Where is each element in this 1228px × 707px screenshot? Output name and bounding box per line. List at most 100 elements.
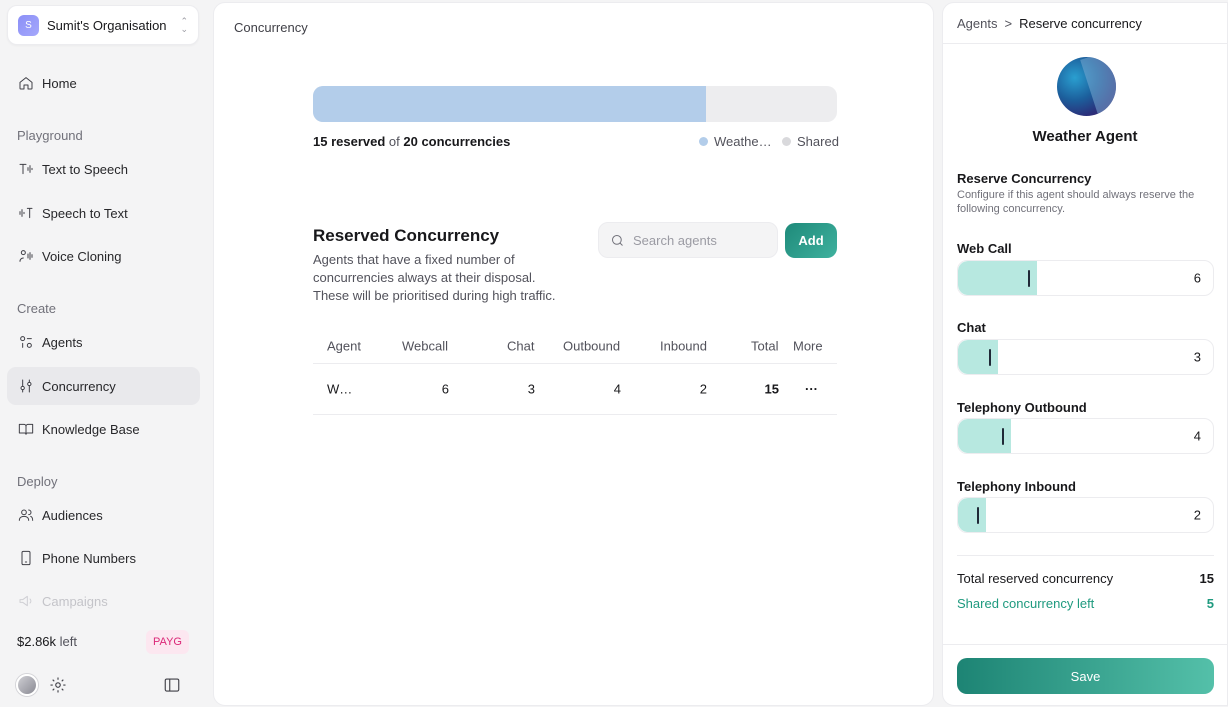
sidebar: S Sumit's Organisation ⌃ ⌄ Home Playgroun… <box>0 0 212 707</box>
sidebar-item-label: Speech to Text <box>42 205 128 221</box>
sidebar-item-campaigns[interactable]: Campaigns <box>7 582 200 620</box>
col-webcall: Webcall <box>402 338 449 353</box>
credits-remaining: $2.86k left <box>17 634 77 649</box>
speech-to-text-icon <box>17 205 34 222</box>
usage-bar-reserved-fill <box>313 86 706 122</box>
sidebar-item-home[interactable]: Home <box>7 64 200 102</box>
section-label-create: Create <box>17 301 57 316</box>
save-button[interactable]: Save <box>957 658 1214 694</box>
legend-dot <box>699 137 708 146</box>
cell-chat: 3 <box>527 381 535 397</box>
total-reserved-label: Total reserved concurrency <box>957 571 1114 586</box>
slider-fill <box>958 340 998 374</box>
sidebar-item-agents[interactable]: Agents <box>7 323 200 361</box>
sidebar-item-knowledge-base[interactable]: Knowledge Base <box>7 410 200 448</box>
more-options-icon[interactable]: ··· <box>805 382 818 397</box>
section-label-playground: Playground <box>17 128 83 143</box>
sidebar-item-label: Home <box>42 75 77 91</box>
slider-value: 2 <box>1193 507 1201 523</box>
chevron-up-down-icon: ⌃ ⌄ <box>180 16 188 34</box>
chat-slider[interactable]: 3 <box>957 339 1214 375</box>
usage-of: of <box>388 134 400 149</box>
outbound-slider[interactable]: 4 <box>957 418 1214 454</box>
slider-handle[interactable] <box>1002 428 1004 445</box>
slider-value: 6 <box>1193 270 1201 286</box>
slider-label-outbound: Telephony Outbound <box>957 400 1087 415</box>
user-avatar[interactable] <box>16 674 38 696</box>
slider-label-inbound: Telephony Inbound <box>957 479 1076 494</box>
credits-amount: $2.86k <box>17 634 57 649</box>
slider-fill <box>958 261 1037 295</box>
col-chat: Chat <box>507 338 535 353</box>
search-input[interactable] <box>633 232 763 248</box>
sidebar-toggle-icon[interactable] <box>163 676 181 694</box>
shared-left-label: Shared concurrency left <box>957 596 1095 611</box>
legend-dot <box>782 137 791 146</box>
reserved-table: Agent Webcall Chat Outbound Inbound Tota… <box>313 328 837 415</box>
total-reserved-value: 15 <box>1199 571 1214 586</box>
divider <box>957 555 1214 556</box>
sidebar-item-speech-to-text[interactable]: Speech to Text <box>7 194 200 232</box>
agent-avatar <box>1057 57 1116 116</box>
cell-inbound: 2 <box>699 381 707 397</box>
book-icon <box>17 421 34 438</box>
sidebar-item-text-to-speech[interactable]: Text to Speech <box>7 150 200 188</box>
col-total: Total <box>751 338 779 353</box>
cell-agent: W… <box>327 381 353 397</box>
cell-outbound: 4 <box>613 381 621 397</box>
sidebar-item-label: Campaigns <box>42 593 108 609</box>
org-switcher[interactable]: S Sumit's Organisation ⌃ ⌄ <box>7 5 199 45</box>
sidebar-item-audiences[interactable]: Audiences <box>7 496 200 534</box>
sidebar-item-phone-numbers[interactable]: Phone Numbers <box>7 539 200 577</box>
shared-left-row: Shared concurrency left 5 <box>957 596 1214 611</box>
search-agents[interactable] <box>598 222 778 258</box>
sidebar-item-label: Phone Numbers <box>42 550 136 566</box>
sliders-icon <box>17 378 34 395</box>
col-agent: Agent <box>327 338 361 353</box>
slider-fill <box>958 498 986 532</box>
plan-badge[interactable]: PAYG <box>146 630 189 654</box>
sidebar-item-label: Concurrency <box>42 378 116 394</box>
breadcrumb-current: Reserve concurrency <box>1019 15 1142 31</box>
shared-left-value: 5 <box>1206 596 1214 611</box>
text-to-speech-icon <box>17 161 34 178</box>
total-reserved-row: Total reserved concurrency 15 <box>957 571 1214 586</box>
sidebar-item-label: Audiences <box>42 507 103 523</box>
sidebar-item-label: Knowledge Base <box>42 421 140 437</box>
sidebar-item-voice-cloning[interactable]: Voice Cloning <box>7 237 200 275</box>
slider-handle[interactable] <box>977 507 979 524</box>
slider-handle[interactable] <box>1028 270 1030 287</box>
reserve-concurrency-heading: Reserve Concurrency <box>957 171 1092 186</box>
reserved-concurrency-title: Reserved Concurrency <box>313 226 500 245</box>
add-button[interactable]: Add <box>785 223 837 258</box>
main-panel: Concurrency 15 reserved of 20 concurrenc… <box>213 2 934 706</box>
col-more: More <box>793 338 823 353</box>
cell-total: 15 <box>764 381 779 397</box>
usage-summary: 15 reserved of 20 concurrencies <box>313 134 510 149</box>
agent-name: Weather Agent <box>1032 128 1138 145</box>
breadcrumb-agents-link[interactable]: Agents <box>957 16 997 31</box>
reserve-concurrency-panel: Agents > Reserve concurrency Weather Age… <box>942 2 1228 706</box>
inbound-slider[interactable]: 2 <box>957 497 1214 533</box>
phone-icon <box>17 550 34 567</box>
megaphone-icon <box>17 593 34 610</box>
slider-label-chat: Chat <box>957 320 986 335</box>
legend-label: Weathe… <box>714 134 772 149</box>
usage-total: 20 concurrencies <box>403 134 511 149</box>
sidebar-item-label: Text to Speech <box>42 161 128 177</box>
table-row[interactable]: W… 6 3 4 2 15 ··· <box>313 364 837 415</box>
breadcrumb: Agents > Reserve concurrency <box>943 3 1227 44</box>
gear-icon[interactable] <box>49 676 67 694</box>
sidebar-footer <box>16 674 184 696</box>
slider-value: 3 <box>1193 349 1201 365</box>
web-call-slider[interactable]: 6 <box>957 260 1214 296</box>
divider <box>943 644 1227 645</box>
agents-icon <box>17 334 34 351</box>
concurrency-usage-bar <box>313 86 837 122</box>
sidebar-item-concurrency[interactable]: Concurrency <box>7 367 200 405</box>
legend-item-shared: Shared <box>782 134 839 149</box>
search-icon <box>612 234 623 246</box>
sidebar-item-label: Voice Cloning <box>42 248 122 264</box>
chevron-right-icon: > <box>1004 15 1013 31</box>
slider-handle[interactable] <box>989 349 991 366</box>
